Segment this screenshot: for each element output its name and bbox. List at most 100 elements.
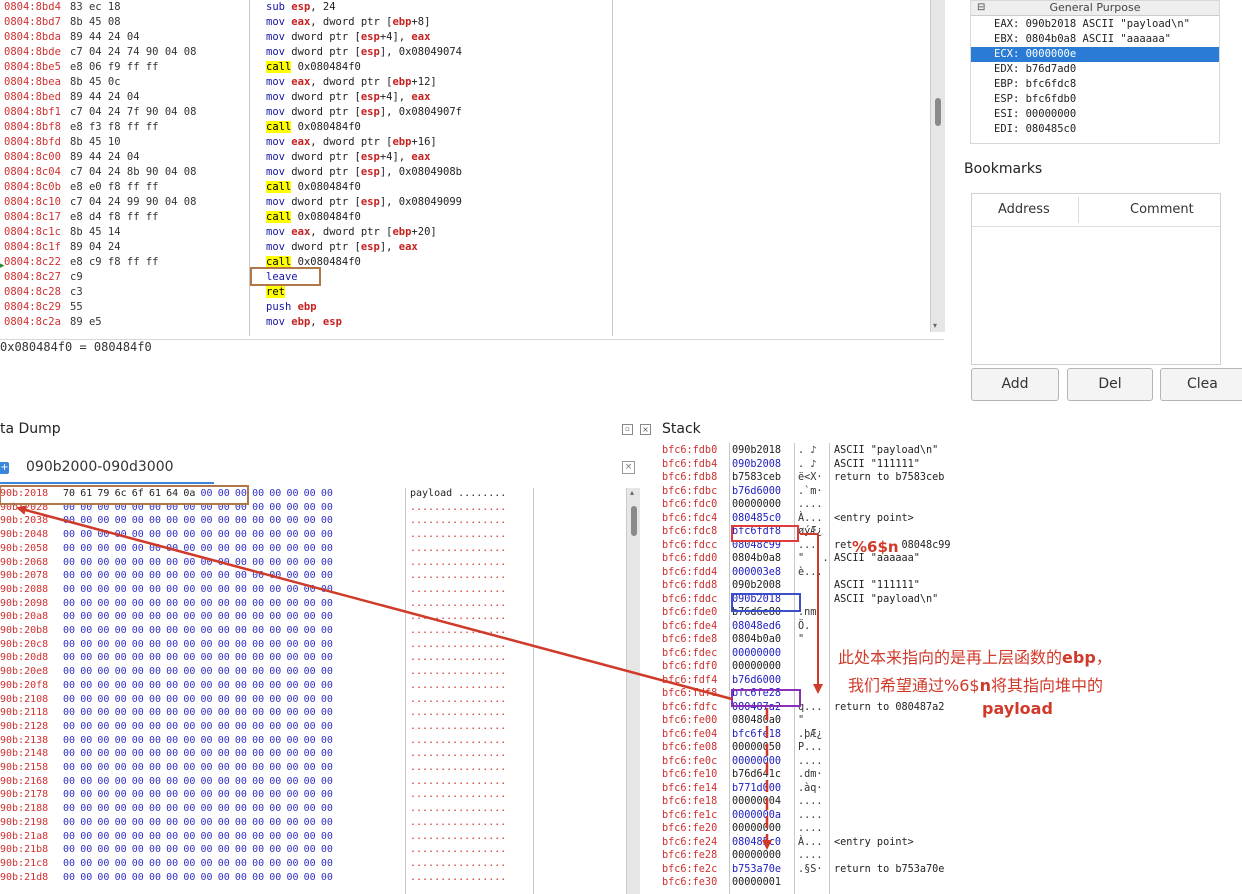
instruction-token: mov [266,76,292,88]
stack-row[interactable]: bfc6:fe28 00000000.... [660,849,1240,863]
del-button[interactable]: Del [1067,368,1153,401]
stack-row[interactable]: bfc6:fdc8 bfc6fdf8 øýÆ¿ [660,525,1240,539]
register-row[interactable]: ECX: 0000000e [971,47,1219,62]
data-dump-view[interactable]: 90b:2018 70 61 79 6c 6f 61 64 0a 00 00 00 00 00 00 00 00… [0,488,640,894]
dump-byte: 00 [166,693,179,705]
disassembly-row[interactable]: 0804:8bfd 8b 45 10 mov eax, dword ptr [ebp… [0,135,928,150]
clear-button[interactable]: Clea [1160,368,1242,401]
collapse-icon[interactable]: ⊟ [977,1,985,15]
stack-row[interactable]: bfc6:fe18 00000004.... [660,795,1240,809]
dump-byte: 00 [252,556,265,568]
disassembly-row[interactable]: 0804:8bf8 e8 f3 f8 ff ff call 0x080484f0 [0,120,928,135]
disassembly-row[interactable]: 0804:8bed 89 44 24 04 mov dword ptr [esp+4… [0,90,928,105]
bookmarks-table[interactable]: Address Comment [971,193,1221,365]
disassembly-view[interactable]: 0804:8bd4 83 ec 18 sub esp, 24 0804:8bd7 8b … [0,0,946,336]
disassembly-row[interactable]: 0804:8bda 89 44 24 04 mov dword ptr [esp+4… [0,30,928,45]
stack-row[interactable]: bfc6:fe04 bfc6fe18 .þÆ¿ [660,728,1240,742]
disassembly-row[interactable]: 0804:8c29 55 push ebp [0,300,928,315]
disassembly-row[interactable]: 0804:8c1f 89 04 24 mov dword ptr [esp], ea… [0,240,928,255]
register-row[interactable]: EDX: b76d7ad0 [971,62,1219,77]
stack-row[interactable]: bfc6:fe30 00000001 [660,876,1240,890]
stack-row[interactable]: bfc6:fdd4 000003e8 è... [660,566,1240,580]
register-row[interactable]: EAX: 090b2018 ASCII "payload\n" [971,17,1219,32]
disassembly-row[interactable]: 0804:8c22 e8 c9 f8 ff ff call 0x080484f0 [0,255,928,270]
stack-row[interactable]: bfc6:fdc0 00000000.... [660,498,1240,512]
stack-row[interactable]: bfc6:fe00 080480a0 " [660,714,1240,728]
instruction-token: ret [266,286,285,298]
stack-row[interactable]: bfc6:fe0c 00000000.... [660,755,1240,769]
disassembly-row[interactable]: 0804:8c00 89 44 24 04 mov dword ptr [esp+4… [0,150,928,165]
scrollbar-thumb[interactable] [631,506,637,536]
col-comment[interactable]: Comment [1130,202,1194,217]
stack-row[interactable]: bfc6:fdb8 b7583ceb ë<X· return to b7583ceb [660,471,1240,485]
stack-value: b7583ceb [732,472,782,483]
close-tab-icon[interactable]: × [622,461,635,474]
stack-row[interactable]: bfc6:fdd8 090b2008 ASCII "111111" [660,579,1240,593]
disassembly-row[interactable]: 0804:8c10 c7 04 24 99 90 04 08 mov dword p… [0,195,928,210]
stack-row[interactable]: bfc6:fde4 08048ed6 Ö. [660,620,1240,634]
stack-view[interactable]: bfc6:fdb0 090b2018. ♪ ASCII "payload\n" bfc… [660,443,1242,894]
stack-ascii: .... [798,499,823,510]
disassembly-row[interactable]: 0804:8c17 e8 d4 f8 ff ff call 0x080484f0 [0,210,928,225]
disassembly-row[interactable]: 0804:8be5 e8 06 f9 ff ff call 0x080484f0 [0,60,928,75]
scroll-up-icon[interactable]: ▴ [630,488,634,497]
scroll-down-icon[interactable]: ▾ [933,321,937,330]
register-row[interactable]: EBX: 0804b0a8 ASCII "aaaaaa" [971,32,1219,47]
stack-row[interactable]: bfc6:fdc4 080485c0 À... <entry point> [660,512,1240,526]
dump-byte: 00 [114,625,127,636]
register-row[interactable]: EBP: bfc6fdc8 [971,77,1219,92]
stack-row[interactable]: bfc6:fdb0 090b2018 . ♪ ASCII "payload\n" [660,444,1240,458]
col-address[interactable]: Address [998,202,1050,217]
stack-row[interactable]: bfc6:fe2c b753a70e .§S· return to b753a70e [660,863,1240,877]
tab-add-icon[interactable]: + [0,462,9,474]
disassembly-row[interactable]: 0804:8bf1 c7 04 24 7f 90 04 08 mov dword p… [0,105,928,120]
stack-row[interactable]: bfc6:fde0 b76d6e80 .nm [660,606,1240,620]
dump-scrollbar[interactable]: ▴ [626,488,640,894]
disassembly-row[interactable]: 0804:8bde c7 04 24 74 90 04 08 mov dword p… [0,45,928,60]
disassembly-row[interactable]: 0804:8bea 8b 45 0c mov eax, dword ptr [ebp… [0,75,928,90]
dump-byte: 00 [148,652,161,664]
stack-row[interactable]: bfc6:fe1c 0000000a.... [660,809,1240,823]
disassembly-row[interactable]: 0804:8c2a 89 e5 mov ebp, esp [0,315,928,330]
stack-row[interactable]: bfc6:fe08 00000050 P... [660,741,1240,755]
stack-row[interactable]: bfc6:fe20 00000000.... [660,822,1240,836]
stack-row[interactable]: bfc6:fdd0 0804b0a8 " . ASCII "aaaaaa" [660,552,1240,566]
register-row[interactable]: ESI: 00000000 [971,107,1219,122]
disassembly-row[interactable]: 0804:8bd7 8b 45 08 mov eax, dword ptr [ebp… [0,15,928,30]
disassembly-row[interactable]: 0804:8c0b e8 e0 f8 ff ff call 0x080484f0 [0,180,928,195]
disassembly-row[interactable]: 0804:8c04 c7 04 24 8b 90 04 08 mov dword p… [0,165,928,180]
stack-row[interactable]: bfc6:fe10 b76d641c .dm· [660,768,1240,782]
close-icon[interactable]: × [640,424,651,435]
disassembly-row[interactable]: 0804:8c28 c3 ret [0,285,928,300]
dump-byte: 00 [131,707,144,719]
dump-byte: 00 [320,871,333,883]
dump-byte: 00 [303,707,316,719]
dump-byte: 00 [97,830,110,842]
stack-row[interactable]: bfc6:fdb4 090b2008 . ♪ ASCII "111111" [660,458,1240,472]
float-icon[interactable]: ▫ [622,424,633,435]
stack-address: bfc6:fdcc [662,539,718,551]
scrollbar-thumb[interactable] [935,98,941,126]
disassembly-row[interactable]: 0804:8bd4 83 ec 18 sub esp, 24 [0,0,928,15]
stack-row[interactable]: bfc6:fe24 080485c0 À... <entry point> [660,836,1240,850]
stack-row[interactable]: bfc6:fddc 090b2018 ASCII "payload\n" [660,593,1240,607]
dump-byte: 00 [217,707,230,719]
register-row[interactable]: ESP: bfc6fdb0 [971,92,1219,107]
stack-comment: ASCII "payload\n" [834,445,939,456]
dump-byte: 00 [183,625,196,636]
stack-row[interactable]: bfc6:fdcc 08048c99... ret 08048c99 [660,539,1240,553]
instruction-token: dword ptr [ [291,196,361,208]
dump-tab[interactable]: 090b2000-090d3000 [26,459,174,475]
instruction-token: 0x080484f0 [291,211,361,223]
register-group-header[interactable]: ⊟ General Purpose [971,1,1219,16]
dump-byte: 00 [200,720,213,732]
add-button[interactable]: Add [971,368,1059,401]
stack-row[interactable]: bfc6:fdfc 080487a2 q... return to 080487a2 [660,701,1240,715]
stack-row[interactable]: bfc6:fdbc b76d6000 .`m· [660,485,1240,499]
stack-ascii: " [798,715,805,726]
disassembly-scrollbar[interactable]: ▾ [930,0,945,332]
register-row[interactable]: EDI: 080485c0 [971,122,1219,137]
stack-row[interactable]: bfc6:fe14 b771d000 .àq· [660,782,1240,796]
disassembly-row[interactable]: 0804:8c27 c9 leave [0,270,928,285]
disassembly-row[interactable]: 0804:8c1c 8b 45 14 mov eax, dword ptr [ebp… [0,225,928,240]
